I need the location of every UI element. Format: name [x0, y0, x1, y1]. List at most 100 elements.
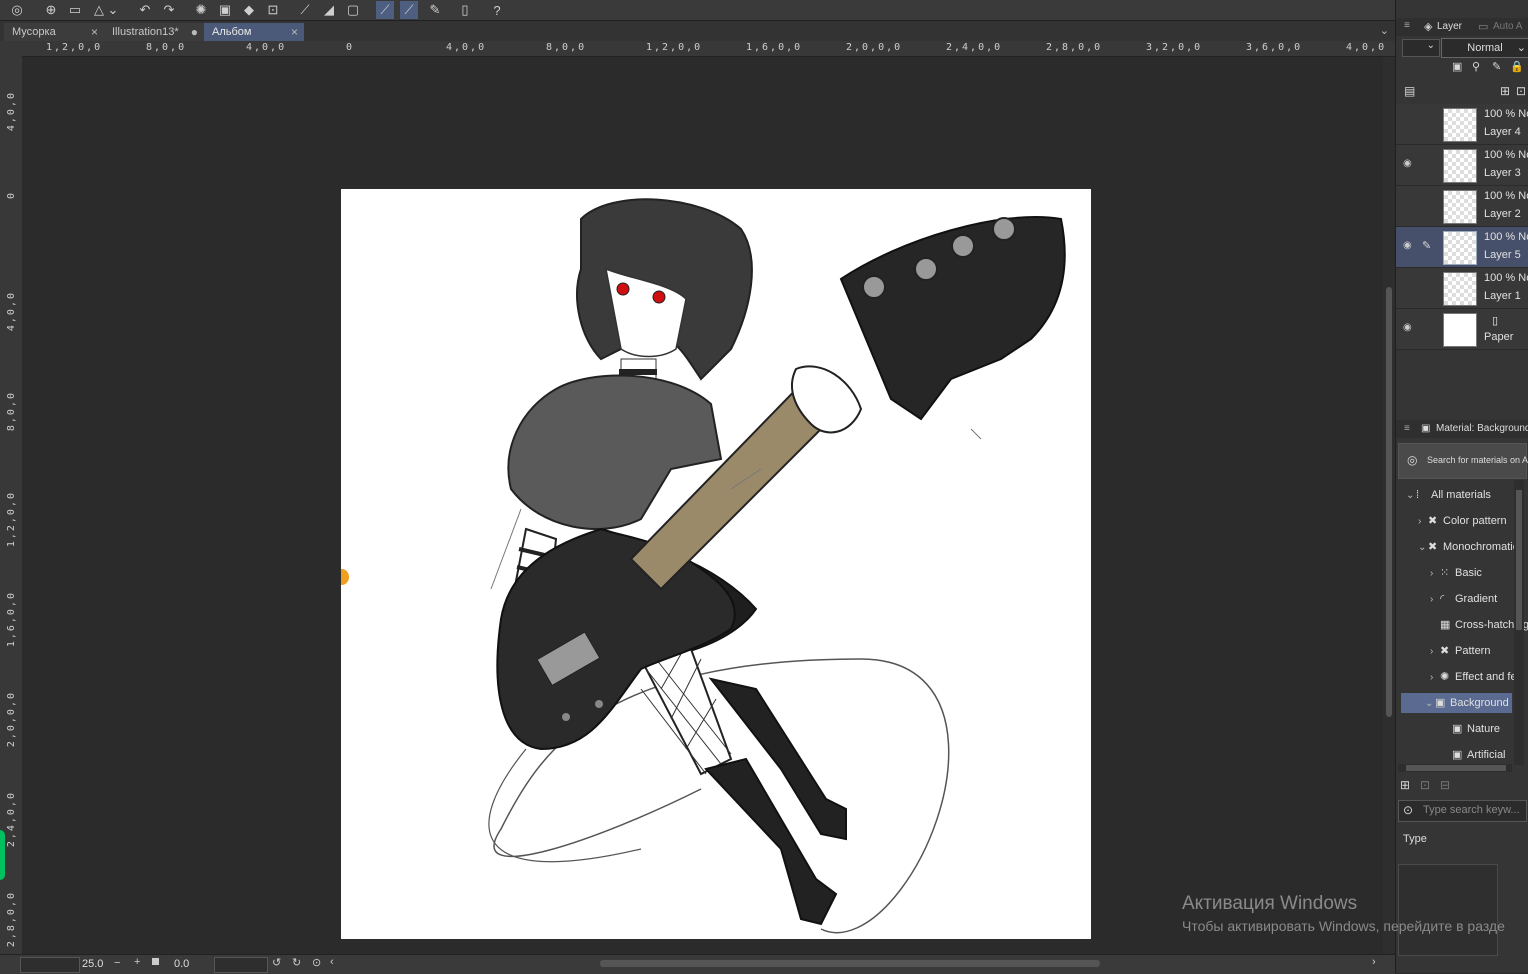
eye-icon[interactable]: ◉ — [1403, 240, 1415, 252]
tree-item-artificial[interactable]: ▣ Artificial — [1442, 745, 1506, 765]
zoom-in-button[interactable]: + — [134, 956, 140, 968]
reference-icon[interactable]: ⚲ — [1472, 60, 1480, 73]
chevron-icon[interactable]: ⌄ — [1425, 698, 1435, 709]
chevron-icon[interactable]: ⌄ — [1418, 542, 1428, 553]
zoom-value[interactable]: 25.0 — [82, 958, 103, 970]
layer-row-selected[interactable]: ◉ ✎ 100 % No Layer 5 — [1396, 227, 1528, 268]
tree-item-gradient[interactable]: › ◜ Gradient — [1430, 589, 1497, 609]
new-layer-icon[interactable]: ⊞ — [1500, 84, 1510, 98]
draft-icon[interactable]: ✎ — [1492, 60, 1501, 73]
tree-item-monochromatic[interactable]: ⌄ ✖ Monochromatic — [1418, 537, 1518, 557]
scroll-thumb[interactable] — [1516, 490, 1522, 630]
export-dropdown-icon[interactable]: ⌄ — [108, 1, 119, 19]
lock-icon[interactable]: 🔒 — [1510, 60, 1524, 73]
close-icon[interactable]: × — [291, 25, 298, 39]
unsaved-dot-icon[interactable]: ● — [191, 25, 198, 39]
pen-icon[interactable]: ✎ — [426, 1, 444, 19]
blend-mode-select[interactable]: Normal ⌄ — [1441, 38, 1528, 58]
fit-square-icon[interactable] — [152, 958, 159, 965]
rotate-left-icon[interactable]: ↺ — [272, 956, 281, 969]
search-assets-button[interactable]: ◎ Search for materials on AS — [1398, 443, 1528, 479]
panel-menu-icon[interactable]: ≡ — [1404, 423, 1410, 434]
material-tree-scrollbar[interactable] — [1514, 480, 1524, 765]
transform-icon[interactable]: ⊡ — [264, 1, 282, 19]
chevron-icon[interactable]: › — [1430, 672, 1440, 683]
material-preview — [1398, 864, 1498, 956]
scroll-left-icon[interactable]: ‹ — [330, 956, 334, 968]
companion-icon[interactable]: ▯ — [456, 1, 474, 19]
tree-item-all-materials[interactable]: ⌄ ⁞ All materials — [1406, 485, 1491, 505]
document-tabs: Мусорка × Illustration13* ● Альбом × ⌄ — [0, 21, 1395, 41]
chevron-down-icon: ⌄ — [1516, 42, 1526, 54]
tab-list-chevron-icon[interactable]: ⌄ — [1380, 24, 1389, 37]
tree-item-basic[interactable]: › ⁙ Basic — [1430, 563, 1482, 583]
clip-icon[interactable]: ▣ — [1452, 60, 1462, 73]
edit-icon[interactable]: ⊟ — [1440, 778, 1450, 792]
snap-icon[interactable]: ◢ — [320, 1, 338, 19]
layer-tab-label[interactable]: Layer — [1437, 21, 1462, 32]
tree-item-pattern[interactable]: › ✖ Pattern — [1430, 641, 1490, 661]
frame-icon[interactable]: ▢ — [344, 1, 362, 19]
tree-item-background[interactable]: ⌄ ▣ Background — [1401, 693, 1512, 713]
rotate-right-icon[interactable]: ↻ — [292, 956, 301, 969]
scroll-thumb[interactable] — [1386, 287, 1392, 717]
angle-slider[interactable] — [214, 957, 268, 973]
reset-rotation-icon[interactable]: ⊙ — [312, 956, 321, 969]
tab-musorka[interactable]: Мусорка × — [4, 23, 104, 41]
tab-album[interactable]: Альбом × — [204, 23, 304, 41]
eye-icon[interactable]: ◉ — [1403, 158, 1415, 170]
new-folder-icon[interactable]: ⊡ — [1516, 84, 1526, 98]
ruler-icon[interactable]: ⟋ — [296, 1, 314, 19]
tree-item-effect[interactable]: › ✺ Effect and fe — [1430, 667, 1517, 687]
layer-name: Layer 4 — [1484, 126, 1521, 138]
chevron-icon[interactable]: › — [1418, 516, 1428, 527]
tree-label: Nature — [1467, 723, 1501, 735]
auto-action-tab-label[interactable]: Auto A — [1493, 21, 1522, 32]
layer-thumbnail — [1443, 149, 1477, 183]
chevron-icon[interactable]: › — [1430, 568, 1440, 579]
redo-icon[interactable]: ↷ — [160, 1, 178, 19]
layer-thumbnail — [1443, 272, 1477, 306]
layer-row[interactable]: ◉ ▯ Paper — [1396, 309, 1528, 350]
tab-illustration13[interactable]: Illustration13* ● — [104, 23, 204, 41]
export-icon[interactable]: △ — [90, 1, 108, 19]
panel-menu-icon[interactable]: ≡ — [1404, 20, 1410, 31]
undo-icon[interactable]: ↶ — [136, 1, 154, 19]
material-search-input[interactable]: ⊙ Type search keyw... — [1398, 800, 1527, 822]
horizontal-scrollbar[interactable] — [600, 960, 1100, 967]
chevron-icon[interactable]: ⌄ — [1406, 490, 1416, 501]
layer-thumbnail — [1443, 190, 1477, 224]
duplicate-icon[interactable]: ⊡ — [1420, 778, 1430, 792]
clear-icon[interactable]: ▣ — [216, 1, 234, 19]
artwork-sketch — [488, 198, 1066, 934]
open-file-icon[interactable]: ▭ — [66, 1, 84, 19]
fill-icon[interactable]: ◆ — [240, 1, 258, 19]
new-file-icon[interactable]: ⊕ — [42, 1, 60, 19]
angle-value[interactable]: 0.0 — [174, 958, 189, 970]
snap-to-special-ruler-icon[interactable]: ⟋ — [400, 1, 418, 19]
snap-to-ruler-icon[interactable]: ⟋ — [376, 1, 394, 19]
layer-row[interactable]: 100 % No Layer 2 — [1396, 186, 1528, 227]
zoom-out-button[interactable]: − — [114, 957, 120, 969]
layer-property-icon[interactable]: ▤ — [1404, 84, 1415, 98]
layer-row[interactable]: 100 % No Layer 4 — [1396, 104, 1528, 145]
chevron-icon[interactable]: › — [1430, 646, 1440, 657]
scroll-right-icon[interactable]: › — [1372, 956, 1376, 968]
eye-icon[interactable]: ◉ — [1403, 322, 1415, 334]
chevron-icon[interactable]: › — [1430, 594, 1440, 605]
scroll-thumb[interactable] — [1406, 765, 1506, 771]
app-logo-icon[interactable]: ◎ — [8, 1, 26, 19]
layer-row[interactable]: ◉ 100 % No Layer 3 — [1396, 145, 1528, 186]
tree-item-color-pattern[interactable]: › ✖ Color pattern — [1418, 511, 1507, 531]
new-material-folder-icon[interactable]: ⊞ — [1400, 778, 1410, 792]
layer-color-dropdown[interactable]: ⌄ — [1402, 39, 1440, 57]
tree-label: Basic — [1455, 567, 1482, 579]
material-tree-hscrollbar[interactable] — [1398, 764, 1512, 772]
close-icon[interactable]: × — [91, 25, 98, 39]
layer-row[interactable]: 100 % No Layer 1 — [1396, 268, 1528, 309]
drawing-canvas[interactable] — [341, 189, 1091, 939]
vertical-scrollbar[interactable] — [1383, 57, 1395, 954]
help-icon[interactable]: ? — [488, 1, 506, 19]
zoom-slider[interactable] — [20, 957, 80, 973]
tree-item-nature[interactable]: ▣ Nature — [1442, 719, 1500, 739]
